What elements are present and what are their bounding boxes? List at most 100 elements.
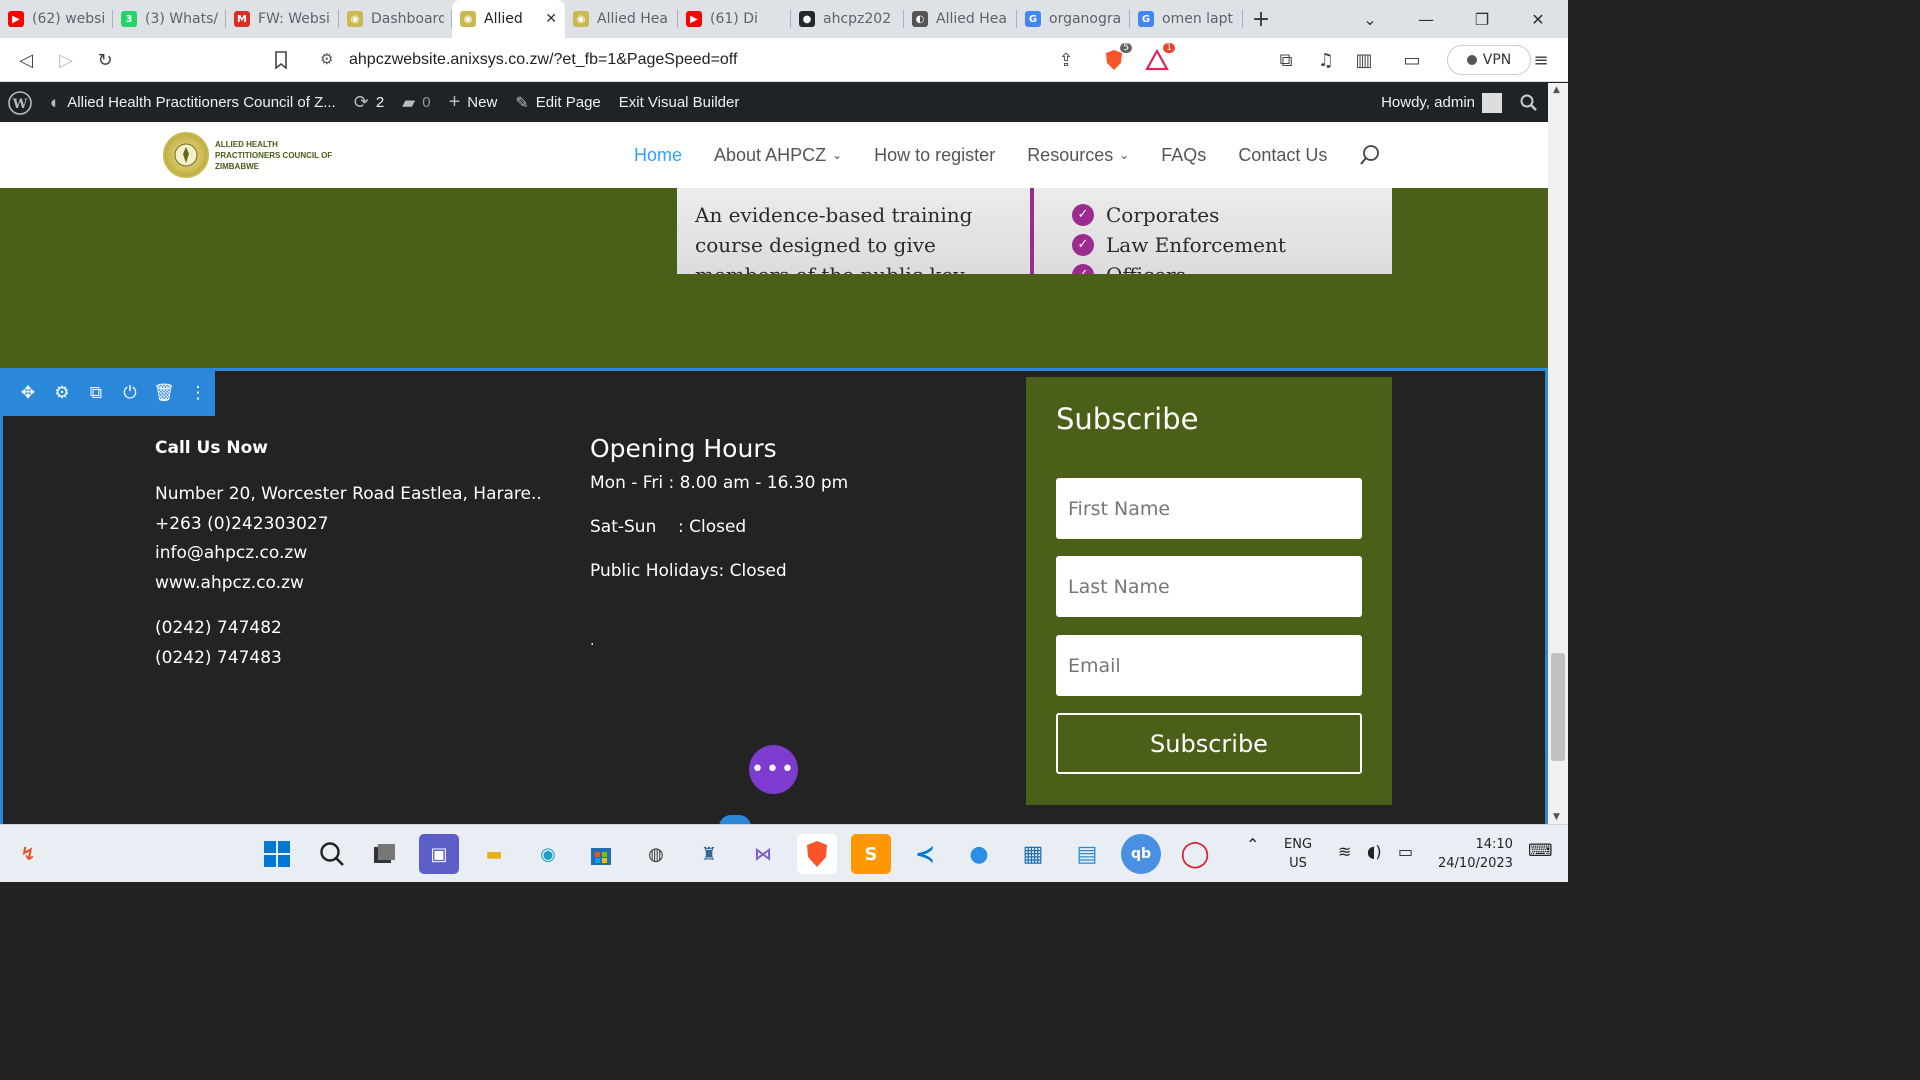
sublime-icon[interactable]: S xyxy=(851,834,891,874)
scroll-down-icon[interactable]: ▼ xyxy=(1553,812,1560,822)
forward-icon[interactable]: ▷ xyxy=(52,46,80,74)
scroll-up-icon[interactable]: ▲ xyxy=(1553,85,1560,95)
widgets-icon[interactable]: ↯ xyxy=(8,834,48,874)
browser-tab[interactable]: Gomen lapt xyxy=(1130,0,1243,38)
admin-site-link[interactable]: ◐ Allied Health Practitioners Council of… xyxy=(41,83,345,122)
share-icon[interactable]: ⇪ xyxy=(1052,46,1080,74)
browser-tab[interactable]: Gorganogra xyxy=(1017,0,1130,38)
minimize-button[interactable]: — xyxy=(1398,0,1454,38)
email-link[interactable]: info@ahpcz.co.zw xyxy=(155,539,542,569)
browser-tab[interactable]: ● ahcpz202 xyxy=(791,0,904,38)
menu-icon[interactable]: ≡ xyxy=(1527,46,1555,74)
exit-visual-builder-link[interactable]: Exit Visual Builder xyxy=(610,83,749,122)
browser-tab[interactable]: 3 (3) Whats/ xyxy=(113,0,226,38)
new-content-link[interactable]: + New xyxy=(440,83,507,122)
camera-app-icon[interactable]: ◍ xyxy=(636,834,676,874)
nav-faqs[interactable]: FAQs xyxy=(1161,145,1206,166)
wallet-icon[interactable]: ▭ xyxy=(1398,46,1426,74)
visual-studio-icon[interactable]: ⋈ xyxy=(743,834,783,874)
tab-label: (62) websi xyxy=(32,11,105,27)
vpn-label: VPN xyxy=(1482,52,1512,68)
delete-icon[interactable]: 🗑 xyxy=(153,383,175,403)
save-to-library-icon[interactable]: ⏻ xyxy=(120,383,140,403)
battery-icon[interactable]: ▭ xyxy=(1398,842,1413,861)
brave-taskbar-icon[interactable] xyxy=(797,834,837,874)
browser-tab[interactable]: ▶ (61) Di xyxy=(678,0,791,38)
subscribe-button[interactable]: Subscribe xyxy=(1056,713,1362,774)
edge-icon[interactable]: ◉ xyxy=(528,834,568,874)
nav-home[interactable]: Home xyxy=(634,145,682,166)
edit-page-link[interactable]: ✎ Edit Page xyxy=(506,83,609,122)
notification-icon[interactable]: ⌨ xyxy=(1528,842,1553,861)
browser-tab[interactable]: ▶ (62) websi xyxy=(0,0,113,38)
email-field[interactable]: Email xyxy=(1056,635,1362,696)
browser-tab[interactable]: M FW: Websi xyxy=(226,0,339,38)
brave-rewards-icon[interactable]: 1 xyxy=(1143,43,1175,74)
list-item: ✓ Officers xyxy=(1072,260,1286,274)
site-search-icon[interactable] xyxy=(1359,144,1381,166)
brave-shields-icon[interactable]: 5 xyxy=(1100,43,1132,74)
address-bar[interactable]: ⚙ ahpczwebsite.anixsys.co.zw/?et_fb=1&Pa… xyxy=(306,44,1176,76)
ahpcz-favicon: ◉ xyxy=(573,11,589,27)
opera-icon[interactable]: ◯ xyxy=(1175,834,1215,874)
updates-link[interactable]: ⟳ 2 xyxy=(345,83,393,122)
new-tab-button[interactable]: + xyxy=(1243,0,1279,38)
remote-desktop-icon[interactable]: ▦ xyxy=(1013,834,1053,874)
tab-close-icon[interactable]: ✕ xyxy=(545,11,557,27)
nav-contact[interactable]: Contact Us xyxy=(1238,145,1327,166)
chat-icon[interactable]: ▣ xyxy=(419,834,459,874)
browser-tab[interactable]: ◉ Allied Hea xyxy=(565,0,678,38)
avatar xyxy=(1482,92,1502,113)
qbittorrent-icon[interactable]: qb xyxy=(1121,834,1161,874)
site-logo[interactable]: ALLIED HEALTH PRACTITIONERS COUNCIL OF Z… xyxy=(163,132,335,178)
back-icon[interactable]: ◁ xyxy=(12,46,40,74)
phone2-text: (0242) 747482 xyxy=(155,618,282,638)
move-icon[interactable]: ✥ xyxy=(18,383,38,403)
website-link[interactable]: www.ahpcz.co.zw xyxy=(155,569,542,599)
store-icon[interactable] xyxy=(581,834,621,874)
duplicate-icon[interactable]: ⧉ xyxy=(86,383,106,403)
browser-tab[interactable]: ◐ Allied Hea xyxy=(904,0,1017,38)
restore-button[interactable]: ❐ xyxy=(1454,0,1510,38)
new-label: New xyxy=(467,94,498,111)
media-icon[interactable]: ♫ xyxy=(1312,46,1340,74)
extensions-icon[interactable]: ⧉ xyxy=(1272,46,1300,74)
more-options-icon[interactable]: ⋮ xyxy=(188,383,208,403)
nav-about[interactable]: About AHPCZ ⌄ xyxy=(714,145,842,166)
my-account-link[interactable]: Howdy, admin xyxy=(1372,83,1511,122)
file-explorer-icon[interactable]: ▬ xyxy=(474,834,514,874)
tab-search-chevron-icon[interactable]: ⌄ xyxy=(1342,0,1398,38)
vpn-button[interactable]: VPN xyxy=(1447,45,1531,75)
sidebar-icon[interactable]: ▥ xyxy=(1350,46,1378,74)
first-name-field[interactable]: First Name xyxy=(1056,478,1362,539)
page-scrollbar[interactable]: ▲ ▼ xyxy=(1548,83,1568,824)
vscode-icon[interactable]: ≺ xyxy=(905,834,945,874)
comments-link[interactable]: ▰ 0 xyxy=(393,83,439,122)
nav-how-to-register[interactable]: How to register xyxy=(874,145,995,166)
last-name-field[interactable]: Last Name xyxy=(1056,556,1362,617)
site-info-icon[interactable]: ⚙ xyxy=(320,50,333,68)
tab-label: Allied Hea xyxy=(936,11,1007,27)
close-window-button[interactable]: ✕ xyxy=(1510,0,1566,38)
chevron-up-icon[interactable]: ⌃ xyxy=(1246,835,1259,854)
search-icon[interactable] xyxy=(312,834,352,874)
task-view-icon[interactable] xyxy=(364,834,404,874)
notepad-icon[interactable]: ▤ xyxy=(1067,834,1107,874)
postgres-icon[interactable]: ♜ xyxy=(689,834,729,874)
clock[interactable]: 14:10 24/10/2023 xyxy=(1438,835,1513,873)
scrollbar-thumb[interactable] xyxy=(1551,653,1565,761)
app-icon[interactable]: ● xyxy=(959,834,999,874)
wordpress-logo-icon[interactable]: W xyxy=(0,83,41,122)
browser-tab[interactable]: ◉ Allied ✕ xyxy=(452,0,565,38)
language-indicator[interactable]: ENG US xyxy=(1284,835,1312,873)
settings-gear-icon[interactable]: ⚙ xyxy=(52,383,72,403)
browser-tab[interactable]: ◉ Dashboard xyxy=(339,0,452,38)
volume-icon[interactable]: ◖) xyxy=(1367,842,1382,861)
builder-options-button[interactable]: ••• xyxy=(749,745,798,794)
stray-dot: . xyxy=(590,633,595,649)
reload-icon[interactable]: ↻ xyxy=(91,46,119,74)
bookmark-icon[interactable] xyxy=(267,46,295,74)
start-icon[interactable] xyxy=(257,834,297,874)
wifi-icon[interactable]: ≋ xyxy=(1338,842,1351,861)
nav-resources[interactable]: Resources ⌄ xyxy=(1027,145,1129,166)
